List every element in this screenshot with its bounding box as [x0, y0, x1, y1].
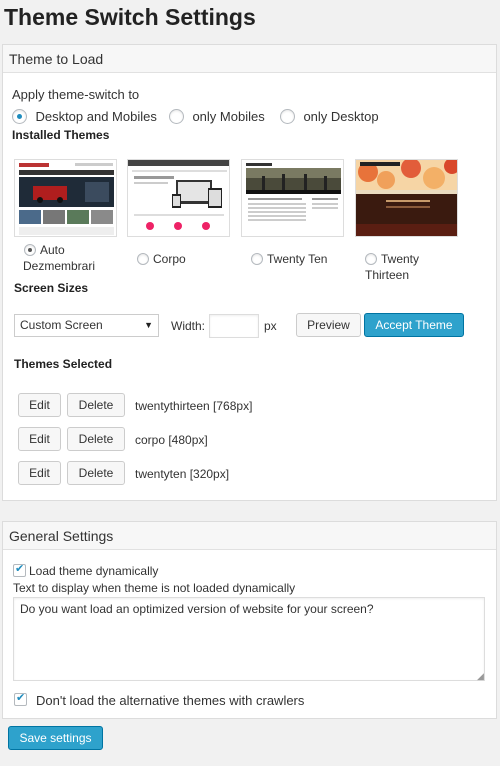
edit-button[interactable]: Edit: [18, 393, 61, 417]
apply-option-label: Desktop and Mobiles: [35, 109, 157, 125]
apply-option-label: only Desktop: [303, 109, 379, 125]
text-display-label: Text to display when theme is not loaded…: [13, 581, 296, 595]
radio-icon[interactable]: [24, 244, 36, 256]
radio-icon[interactable]: [169, 109, 184, 125]
theme-label: Twenty: [381, 252, 420, 266]
theme-box-title: Theme to Load: [3, 45, 496, 73]
save-settings-button[interactable]: Save settings: [8, 726, 103, 750]
apply-option-desktop-mobiles[interactable]: Desktop and Mobiles: [12, 108, 157, 126]
general-settings-title: General Settings: [3, 522, 496, 550]
radio-icon[interactable]: [12, 109, 27, 125]
accept-theme-button[interactable]: Accept Theme: [364, 313, 464, 337]
selected-theme-text: corpo [480px]: [135, 433, 208, 447]
selected-theme-text: twentyten [320px]: [135, 467, 230, 481]
delete-button[interactable]: Delete: [67, 427, 125, 451]
screen-size-select[interactable]: Custom Screen ▼: [14, 314, 159, 337]
theme-preview-image: [242, 160, 343, 236]
theme-thumbnail-twenty-thirteen[interactable]: [355, 159, 458, 237]
screen-sizes-label: Screen Sizes: [14, 281, 89, 295]
selected-theme-text: twentythirteen [768px]: [135, 399, 253, 413]
radio-icon[interactable]: [280, 109, 295, 125]
delete-button[interactable]: Delete: [67, 461, 125, 485]
preview-button[interactable]: Preview: [296, 313, 361, 337]
chevron-down-icon: ▼: [144, 320, 153, 330]
radio-icon[interactable]: [137, 253, 149, 265]
theme-label: Twenty Ten: [267, 252, 328, 266]
apply-label: Apply theme-switch to: [12, 87, 140, 102]
resize-handle-icon[interactable]: ◢: [477, 671, 484, 682]
radio-icon[interactable]: [365, 253, 377, 265]
apply-option-label: only Mobiles: [192, 109, 265, 125]
theme-preview-image: [356, 160, 457, 236]
theme-label: Auto: [40, 243, 65, 257]
installed-themes-label: Installed Themes: [12, 128, 110, 142]
theme-thumbnail-auto[interactable]: [14, 159, 117, 237]
theme-label: Corpo: [153, 252, 186, 266]
radio-icon[interactable]: [251, 253, 263, 265]
edit-button[interactable]: Edit: [18, 427, 61, 451]
load-dynamic-label: Load theme dynamically: [29, 564, 159, 578]
apply-option-only-desktop[interactable]: only Desktop: [280, 108, 379, 126]
themes-selected-label: Themes Selected: [14, 357, 113, 371]
apply-option-only-mobiles[interactable]: only Mobiles: [169, 108, 265, 126]
page-title: Theme Switch Settings: [4, 4, 256, 30]
theme-label-line2: Thirteen: [365, 268, 410, 282]
theme-preview-image: [128, 160, 229, 236]
delete-button[interactable]: Delete: [67, 393, 125, 417]
theme-thumbnail-twenty-ten[interactable]: [241, 159, 344, 237]
crawlers-checkbox[interactable]: [14, 691, 27, 706]
screen-size-value: Custom Screen: [20, 318, 103, 332]
edit-button[interactable]: Edit: [18, 461, 61, 485]
theme-thumbnail-corpo[interactable]: [127, 159, 230, 237]
not-dynamic-textarea[interactable]: Do you want load an optimized version of…: [13, 597, 485, 681]
width-label: Width:: [171, 319, 206, 333]
theme-label-line2: Dezmembrari: [23, 259, 96, 273]
theme-preview-image: [15, 160, 116, 236]
crawlers-label: Don't load the alternative themes with c…: [36, 693, 305, 708]
load-dynamic-checkbox[interactable]: [13, 562, 26, 577]
px-label: px: [264, 319, 277, 333]
width-input[interactable]: [209, 314, 259, 338]
